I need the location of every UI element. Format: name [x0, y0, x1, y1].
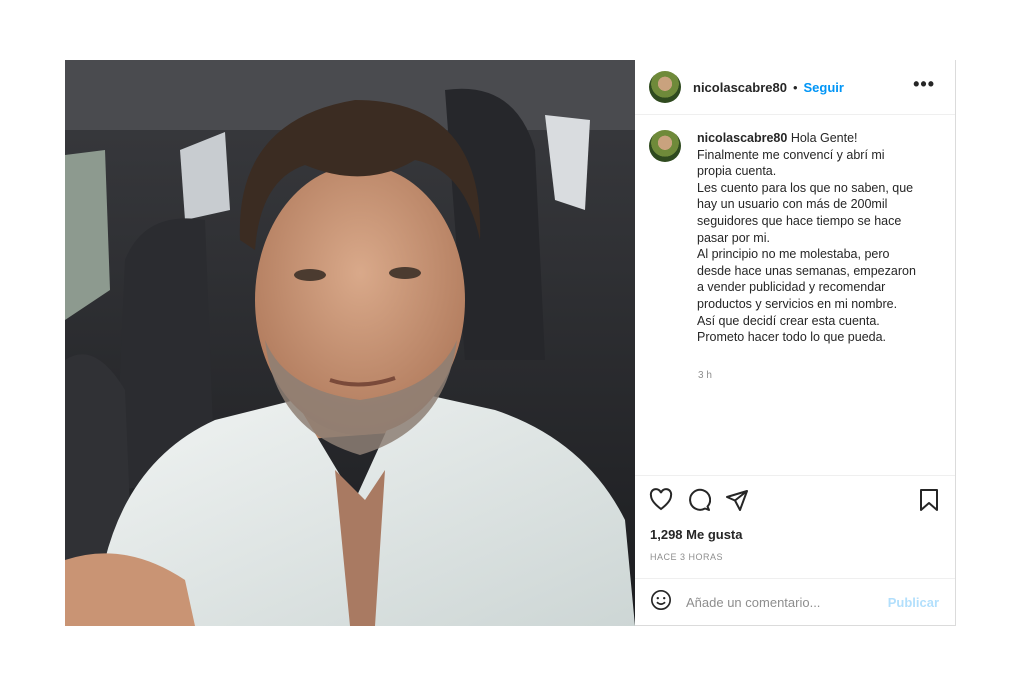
caption-line: Hola Gente! [790, 131, 858, 145]
bookmark-icon[interactable] [918, 488, 940, 517]
avatar[interactable] [649, 71, 681, 103]
caption: nicolascabre80 Hola Gente! Finalmente me… [649, 130, 945, 346]
caption-avatar[interactable] [649, 130, 681, 162]
likes-count[interactable]: 1,298 Me gusta [650, 527, 743, 542]
caption-line: desde hace unas semanas, empezaron [697, 263, 916, 278]
caption-line: Al principio no me molestaba, pero [697, 247, 890, 262]
post-sidebar: nicolascabre80 • Seguir ••• nicolascabre… [635, 60, 955, 625]
caption-line: Prometo hacer todo lo que pueda. [697, 330, 887, 345]
smiley-icon[interactable] [650, 589, 672, 616]
instagram-post: nicolascabre80 • Seguir ••• nicolascabre… [65, 60, 956, 626]
selfie-image [65, 60, 635, 626]
caption-time[interactable]: 3 h [698, 370, 712, 381]
caption-text: nicolascabre80 Hola Gente! Finalmente me… [697, 130, 937, 346]
post-photo[interactable] [65, 60, 635, 626]
comment-bar: Publicar [635, 578, 955, 626]
caption-line: a vender publicidad y recomendar [697, 280, 886, 295]
caption-line: pasar por mi. [697, 230, 770, 245]
caption-username[interactable]: nicolascabre80 [697, 131, 787, 145]
separator-dot: • [792, 79, 798, 95]
caption-line: productos y servicios en mi nombre. [697, 296, 898, 311]
caption-line: Les cuento para los que no saben, que [697, 180, 914, 195]
caption-line: propia cuenta. [697, 164, 777, 179]
caption-line: seguidores que hace tiempo se hace [697, 213, 902, 228]
caption-first-line: nicolascabre80 Hola Gente! [697, 130, 937, 147]
header-username[interactable]: nicolascabre80 [693, 80, 787, 95]
publish-button[interactable]: Publicar [888, 595, 939, 610]
send-icon[interactable] [725, 488, 749, 517]
heart-icon[interactable] [649, 488, 673, 517]
caption-line: hay un usuario con más de 200mil [697, 197, 888, 212]
actions-divider [635, 475, 955, 476]
more-options-icon[interactable]: ••• [913, 74, 935, 95]
caption-line: Así que decidí crear esta cuenta. [697, 313, 880, 328]
comment-icon[interactable] [687, 488, 712, 517]
post-timestamp[interactable]: HACE 3 HORAS [650, 552, 723, 562]
caption-line: Finalmente me convencí y abrí mi [697, 147, 885, 162]
follow-button[interactable]: Seguir [804, 80, 844, 95]
comment-input[interactable] [684, 594, 878, 611]
post-header: nicolascabre80 • Seguir ••• [635, 60, 955, 115]
